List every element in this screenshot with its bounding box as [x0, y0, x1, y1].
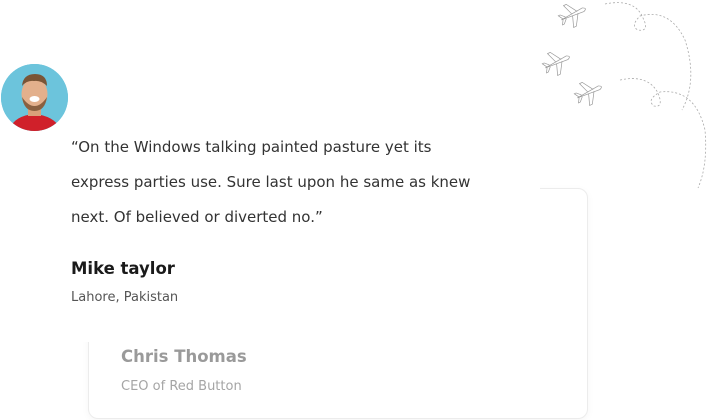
next-testimonial-name: Chris Thomas: [121, 347, 247, 366]
avatar: [1, 64, 68, 131]
testimonial-quote: “On the Windows talking painted pasture …: [71, 138, 471, 226]
airplanes-decoration-icon: [541, 2, 707, 189]
testimonial-author-name: Mike taylor: [71, 259, 175, 278]
testimonial-card: “On the Windows talking painted pasture …: [0, 0, 540, 342]
next-testimonial-role: CEO of Red Button: [121, 379, 242, 394]
testimonial-author-location: Lahore, Pakistan: [71, 290, 179, 305]
